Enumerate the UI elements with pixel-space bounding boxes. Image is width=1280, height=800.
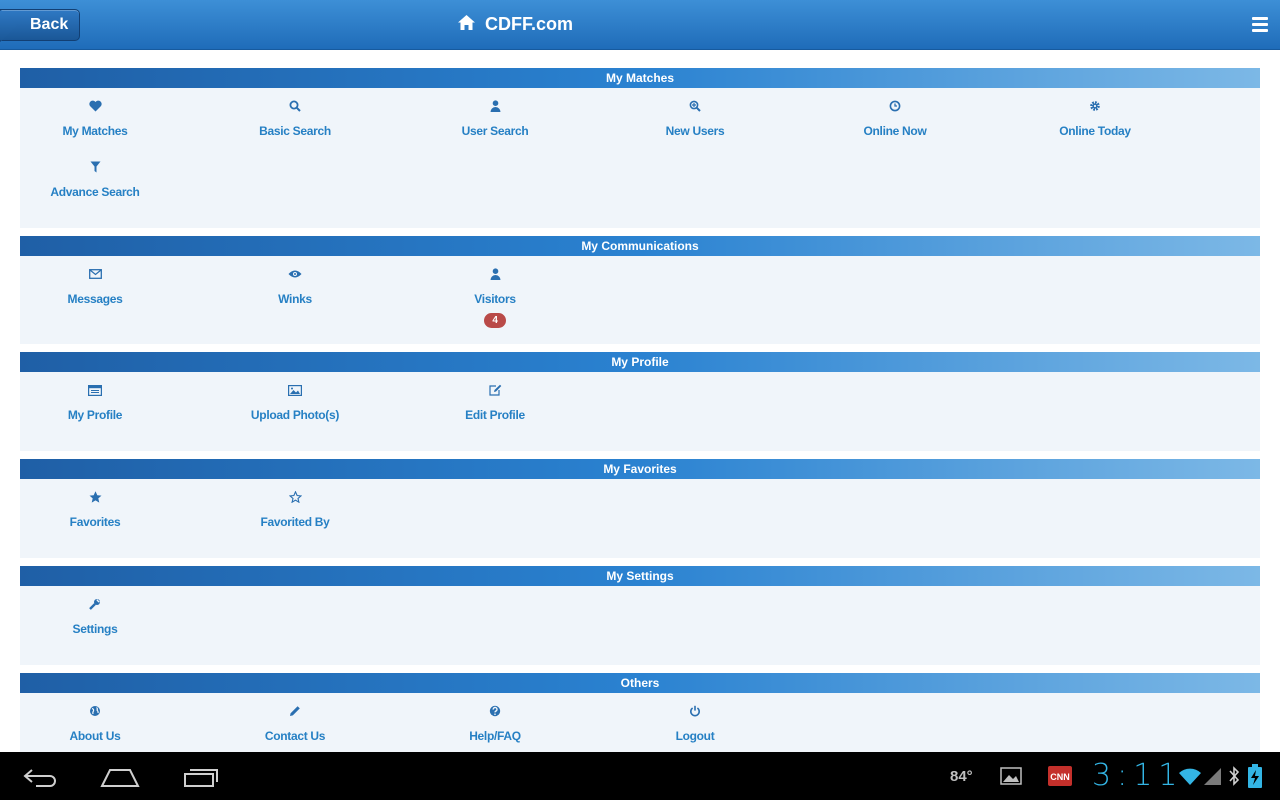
menu-item-label: Logout [675, 729, 715, 743]
menu-item-upload-photo-s[interactable]: Upload Photo(s) [220, 382, 370, 443]
menu-item-advance-search[interactable]: Advance Search [20, 159, 170, 220]
menu-item-label: Contact Us [264, 729, 326, 743]
search-icon [287, 98, 303, 114]
power-icon [687, 703, 703, 719]
menu-item-settings[interactable]: Settings [20, 596, 170, 657]
signal-icon [1204, 766, 1222, 791]
app-header: Back CDFF.com [0, 0, 1280, 50]
zoom-in-icon [687, 98, 703, 114]
menu-item-label: Help/FAQ [469, 729, 521, 743]
menu-item-label: Settings [72, 622, 118, 636]
menu-item-basic-search[interactable]: Basic Search [220, 98, 370, 159]
section-body-my-favorites: Favorites Favorited By [20, 479, 1260, 558]
section-header-my-favorites: My Favorites [20, 459, 1260, 479]
menu-item-label: My Profile [67, 408, 123, 422]
menu-item-label: Edit Profile [465, 408, 525, 422]
menu-item-label: Winks [278, 292, 312, 306]
menu-item-label: About Us [69, 729, 121, 743]
weather-temperature: 84° [950, 768, 973, 785]
back-nav-icon[interactable] [22, 766, 58, 793]
menu-item-label: User Search [461, 124, 529, 138]
section-body-my-settings: Settings [20, 586, 1260, 665]
menu-item-favorites[interactable]: Favorites [20, 489, 170, 550]
menu-item-label: Visitors [474, 292, 516, 306]
menu-item-label: Favorited By [260, 515, 330, 529]
menu-item-new-users[interactable]: New Users [620, 98, 770, 159]
menu-item-label: Upload Photo(s) [250, 408, 340, 422]
gear-icon [1087, 98, 1103, 114]
edit-icon [487, 382, 503, 398]
back-button-label: Back [30, 16, 69, 33]
section-header-my-settings: My Settings [20, 566, 1260, 586]
site-brand[interactable]: CDFF.com [458, 12, 573, 36]
notification-count-badge: 4 [484, 313, 506, 328]
section-header-my-profile: My Profile [20, 352, 1260, 372]
eye-icon [287, 266, 303, 282]
gallery-notification-icon [1000, 767, 1022, 790]
pencil-icon [287, 703, 303, 719]
star-outline-icon [287, 489, 303, 505]
back-button[interactable]: Back [0, 9, 80, 41]
recent-apps-icon[interactable] [183, 766, 219, 793]
wrench-icon [87, 596, 103, 612]
menu-item-online-today[interactable]: Online Today [1020, 98, 1170, 159]
system-navigation-bar: 84° CNN 3:11 [0, 752, 1280, 800]
home-nav-icon[interactable] [100, 766, 140, 793]
bluetooth-icon [1228, 765, 1240, 792]
menu-item-label: Messages [67, 292, 123, 306]
envelope-icon [87, 266, 103, 282]
menu-item-label: Favorites [69, 515, 121, 529]
battery-icon [1248, 764, 1262, 793]
menu-item-edit-profile[interactable]: Edit Profile [420, 382, 570, 443]
menu-item-label: New Users [665, 124, 725, 138]
section-header-others: Others [20, 673, 1260, 693]
menu-item-label: Online Today [1059, 124, 1131, 138]
question-icon [487, 703, 503, 719]
menu-item-my-profile[interactable]: My Profile [20, 382, 170, 443]
heart-icon [87, 98, 103, 114]
menu-item-favorited-by[interactable]: Favorited By [220, 489, 370, 550]
picture-icon [287, 382, 303, 398]
cnn-notification-icon: CNN [1048, 766, 1072, 791]
main-menu: My Matches My Matches Basic Search User Sea… [20, 68, 1260, 780]
section-header-my-communications: My Communications [20, 236, 1260, 256]
hamburger-menu-icon[interactable] [1252, 17, 1268, 33]
menu-item-label: My Matches [62, 124, 128, 138]
section-header-my-matches: My Matches [20, 68, 1260, 88]
section-body-my-profile: My Profile Upload Photo(s) Edit Profile [20, 372, 1260, 451]
user-icon [487, 266, 503, 282]
menu-item-winks[interactable]: Winks [220, 266, 370, 327]
menu-item-label: Basic Search [259, 124, 331, 138]
menu-item-messages[interactable]: Messages [20, 266, 170, 327]
section-body-my-communications: Messages Winks Visitors 4 [20, 256, 1260, 344]
menu-item-online-now[interactable]: Online Now [820, 98, 970, 159]
clock-icon [887, 98, 903, 114]
svg-text:CNN: CNN [1050, 772, 1070, 782]
filter-icon [87, 159, 103, 175]
wifi-icon [1178, 766, 1202, 791]
star-icon [87, 489, 103, 505]
status-clock: 3:11 [1092, 758, 1184, 793]
home-icon [458, 14, 475, 35]
menu-item-visitors[interactable]: Visitors 4 [420, 266, 570, 336]
menu-item-label: Online Now [863, 124, 927, 138]
menu-item-user-search[interactable]: User Search [420, 98, 570, 159]
site-title: CDFF.com [485, 13, 574, 34]
section-body-my-matches: My Matches Basic Search User Search New Use… [20, 88, 1260, 228]
id-card-icon [87, 382, 103, 398]
menu-item-label: Advance Search [50, 185, 140, 199]
user-icon [487, 98, 503, 114]
menu-item-my-matches[interactable]: My Matches [20, 98, 170, 159]
globe-icon [87, 703, 103, 719]
